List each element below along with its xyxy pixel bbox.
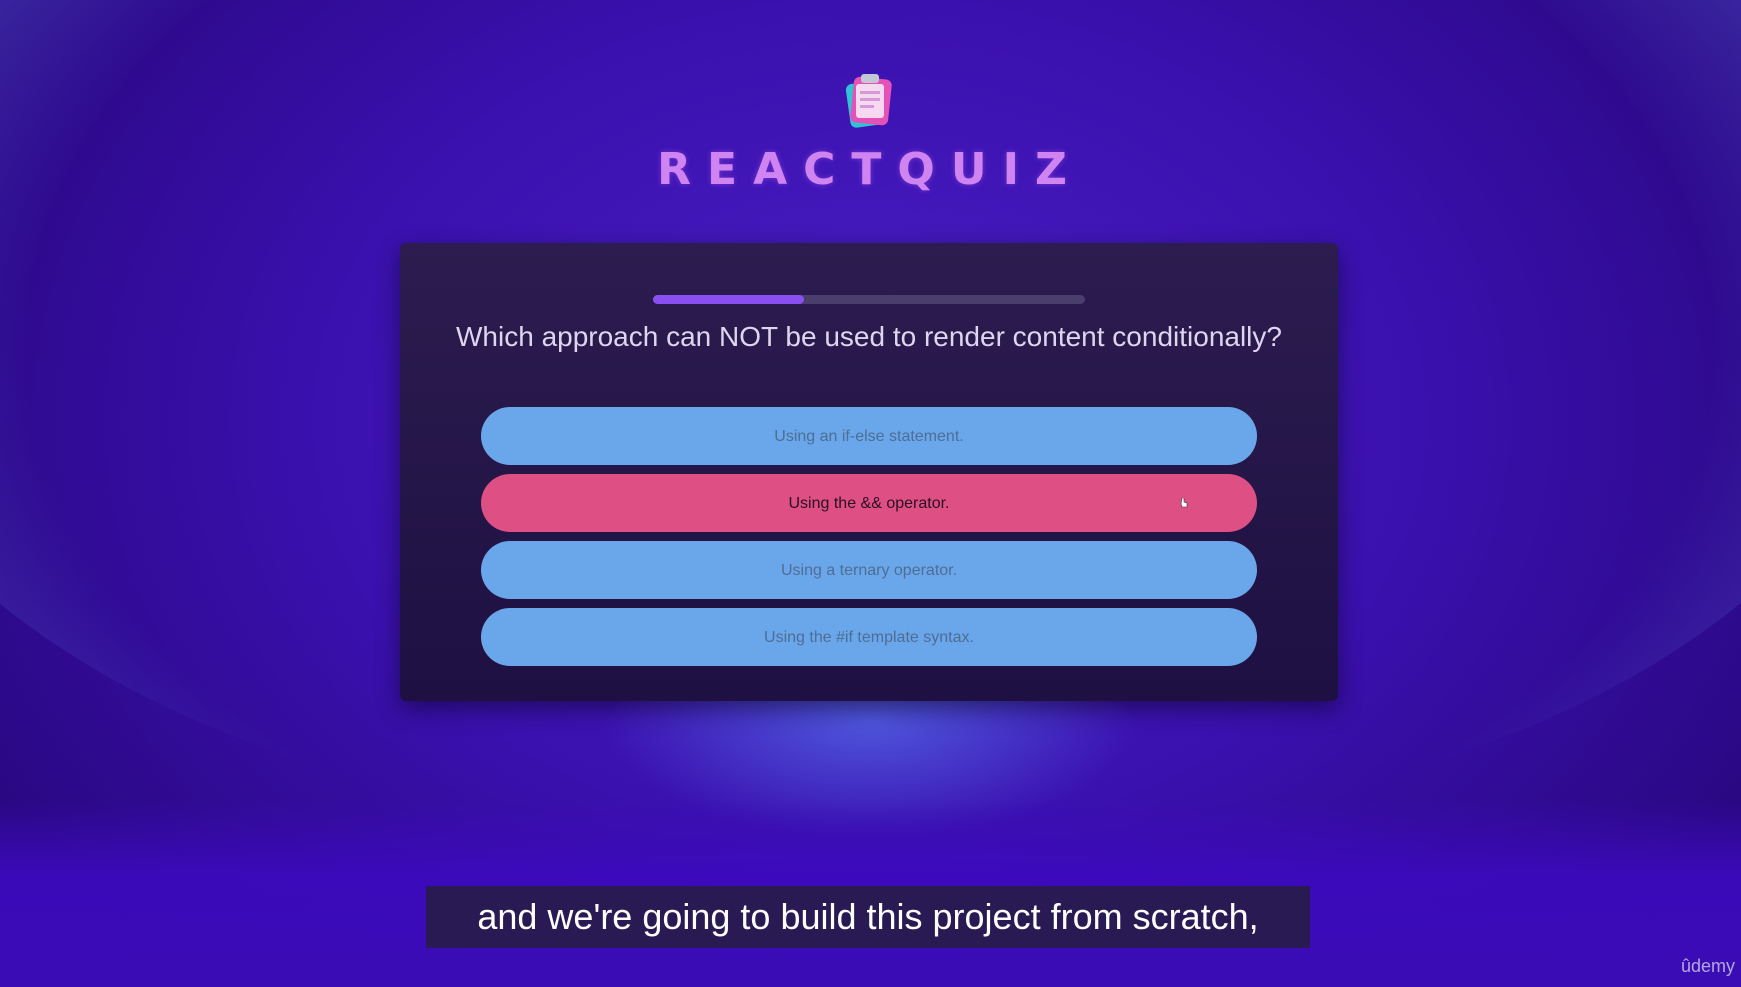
progress-fill — [653, 295, 805, 304]
subtitle-caption: and we're going to build this project fr… — [426, 886, 1310, 948]
quiz-card: Which approach can NOT be used to render… — [400, 243, 1338, 701]
clipboard-icon — [845, 74, 892, 128]
app-title: REACTQUIZ — [657, 144, 1083, 195]
answer-option-3[interactable]: Using a ternary operator. — [481, 541, 1257, 599]
answer-option-1[interactable]: Using an if-else statement. — [481, 407, 1257, 465]
progress-bar — [653, 295, 1085, 304]
question-text: Which approach can NOT be used to render… — [456, 321, 1282, 352]
answer-option-4[interactable]: Using the #if template syntax. — [481, 608, 1257, 666]
mouse-pointer-icon — [1180, 498, 1188, 508]
udemy-watermark: ûdemy — [1680, 956, 1735, 976]
answer-option-2[interactable]: Using the && operator. — [481, 474, 1257, 532]
